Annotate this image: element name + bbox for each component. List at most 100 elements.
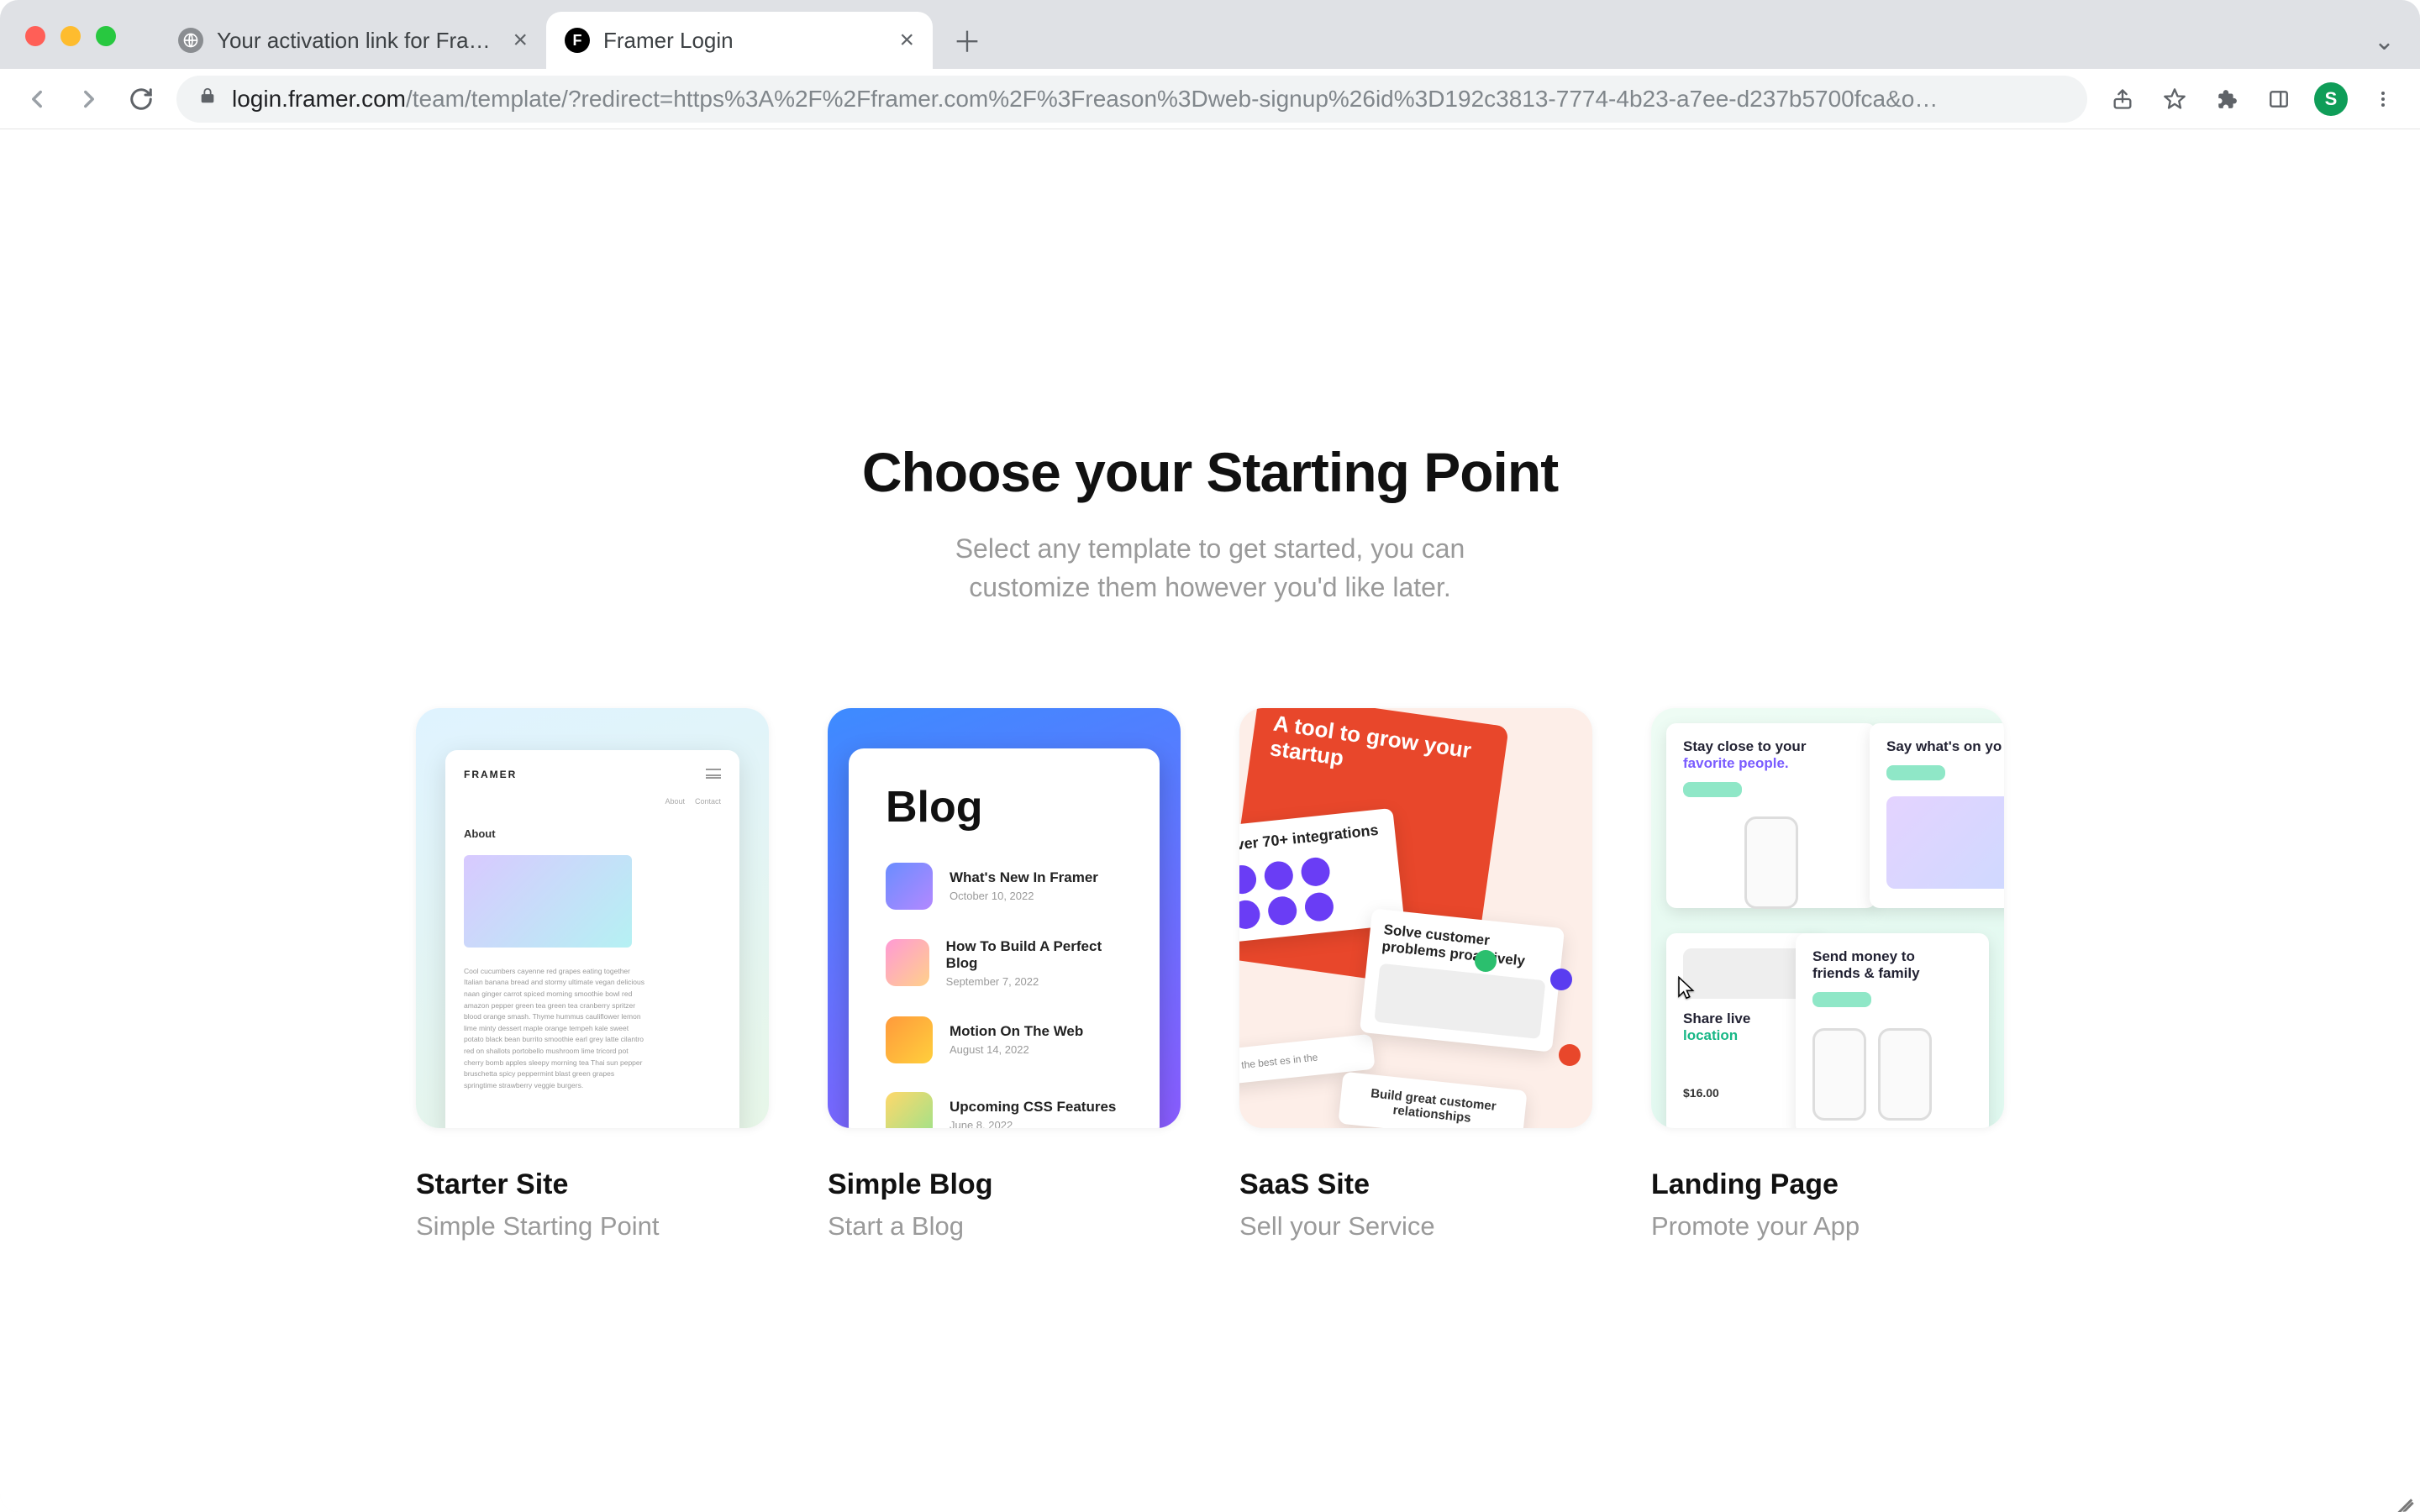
thumb-post-title: How To Build A Perfect Blog bbox=[946, 938, 1123, 972]
template-subtitle: Simple Starting Point bbox=[416, 1211, 769, 1242]
share-icon[interactable] bbox=[2106, 82, 2139, 116]
url-text: login.framer.com/team/template/?redirect… bbox=[232, 86, 1938, 113]
thumb-brand: FRAMER bbox=[464, 769, 721, 780]
thumb-post-icon bbox=[886, 863, 933, 910]
thumb-post-title: What's New In Framer bbox=[950, 869, 1098, 886]
new-tab-button[interactable]: ＋ bbox=[944, 17, 990, 62]
thumb-mini-card: Stay close to yourfavorite people. bbox=[1666, 723, 1876, 908]
thumb-post-date: June 8, 2022 bbox=[950, 1119, 1116, 1128]
back-button[interactable] bbox=[20, 82, 54, 116]
thumb-heading: About bbox=[464, 827, 721, 840]
thumb-text: Share live bbox=[1683, 1011, 1750, 1026]
template-title: Simple Blog bbox=[828, 1168, 1181, 1201]
thumb-post-date: October 10, 2022 bbox=[950, 890, 1098, 902]
hamburger-icon bbox=[706, 769, 721, 779]
url-path: /team/template/?redirect=https%3A%2F%2Ff… bbox=[406, 86, 1938, 112]
thumb-post-date: August 14, 2022 bbox=[950, 1043, 1083, 1056]
thumb-tile-text: d by the best es in the bbox=[1239, 1051, 1318, 1073]
address-bar[interactable]: login.framer.com/team/template/?redirect… bbox=[176, 76, 2087, 123]
thumb-pill bbox=[1886, 765, 1945, 780]
zoom-window-button[interactable] bbox=[96, 26, 116, 46]
template-title: Landing Page bbox=[1651, 1168, 2004, 1201]
thumb-mini-image bbox=[1886, 796, 2004, 889]
resize-grip-icon[interactable] bbox=[2391, 1485, 2415, 1509]
thumb-tile-heading: Solve customer problems proactively bbox=[1381, 921, 1550, 972]
pin-icon bbox=[1550, 969, 1572, 990]
tab-framer-login[interactable]: F Framer Login × bbox=[546, 12, 933, 69]
tabs-dropdown-icon[interactable]: ⌄ bbox=[2374, 27, 2395, 56]
thumb-hero-text: A tool to grow your startup bbox=[1250, 708, 1509, 793]
page-title: Choose your Starting Point bbox=[862, 440, 1558, 504]
thumb-heading: Blog bbox=[886, 782, 1123, 832]
forward-button[interactable] bbox=[72, 82, 106, 116]
thumb-post-icon bbox=[886, 1016, 933, 1063]
template-card-landing-page[interactable]: Stay close to yourfavorite people. Say w… bbox=[1651, 708, 2004, 1242]
tab-title: Your activation link for Framer. bbox=[217, 28, 499, 54]
template-subtitle: Promote your App bbox=[1651, 1211, 2004, 1242]
template-thumbnail: A tool to grow your startup Over 70+ int… bbox=[1239, 708, 1592, 1128]
thumb-paragraph: Cool cucumbers cayenne red grapes eating… bbox=[464, 966, 649, 1092]
phone-icon bbox=[1878, 1028, 1932, 1121]
thumb-tile-image bbox=[1374, 963, 1545, 1038]
thumb-post-date: September 7, 2022 bbox=[946, 975, 1123, 988]
reload-button[interactable] bbox=[124, 82, 158, 116]
template-subtitle: Start a Blog bbox=[828, 1211, 1181, 1242]
minimize-window-button[interactable] bbox=[60, 26, 81, 46]
close-tab-icon[interactable]: × bbox=[899, 28, 914, 53]
pin-icon bbox=[1475, 950, 1497, 972]
template-card-simple-blog[interactable]: Blog What's New In Framer October 10, 202… bbox=[828, 708, 1181, 1242]
thumb-text: Send money to bbox=[1812, 948, 1915, 964]
thumb-text: favorite people. bbox=[1683, 755, 1789, 771]
thumb-nav: Contact bbox=[695, 797, 721, 806]
thumb-tile-text: Build great customer relationships bbox=[1370, 1086, 1497, 1126]
tab-title: Framer Login bbox=[603, 28, 886, 54]
template-title: SaaS Site bbox=[1239, 1168, 1592, 1201]
browser-tabstrip: Your activation link for Framer. × F Fra… bbox=[0, 0, 2420, 69]
lock-icon bbox=[198, 87, 217, 111]
template-thumbnail: Stay close to yourfavorite people. Say w… bbox=[1651, 708, 2004, 1128]
thumb-post-title: Upcoming CSS Features bbox=[950, 1099, 1116, 1116]
thumb-hero-image bbox=[464, 855, 632, 948]
thumb-mini-image bbox=[1683, 948, 1809, 999]
browser-toolbar: login.framer.com/team/template/?redirect… bbox=[0, 69, 2420, 129]
template-title: Starter Site bbox=[416, 1168, 769, 1201]
thumb-mini-card: Send money tofriends & family bbox=[1796, 933, 1989, 1128]
extensions-icon[interactable] bbox=[2210, 82, 2244, 116]
template-card-saas-site[interactable]: A tool to grow your startup Over 70+ int… bbox=[1239, 708, 1592, 1242]
close-window-button[interactable] bbox=[25, 26, 45, 46]
thumb-mini-card: Say what's on yo bbox=[1870, 723, 2004, 908]
template-thumbnail: FRAMER About Contact About Cool cucumbers… bbox=[416, 708, 769, 1128]
url-host: login.framer.com bbox=[232, 86, 406, 112]
sidepanel-icon[interactable] bbox=[2262, 82, 2296, 116]
thumb-text: Stay close to your bbox=[1683, 738, 1806, 754]
template-card-starter-site[interactable]: FRAMER About Contact About Cool cucumbers… bbox=[416, 708, 769, 1242]
cursor-icon bbox=[1675, 975, 1700, 1000]
kebab-menu-icon[interactable] bbox=[2366, 82, 2400, 116]
thumb-pill bbox=[1812, 992, 1871, 1007]
tab-activation-link[interactable]: Your activation link for Framer. × bbox=[160, 12, 546, 69]
thumb-nav: About bbox=[665, 797, 685, 806]
thumb-tile: Solve customer problems proactively bbox=[1360, 908, 1565, 1052]
thumb-tile-heading: Over 70+ integrations bbox=[1239, 821, 1382, 855]
framer-icon: F bbox=[565, 28, 590, 53]
thumb-text: Say what's on yo bbox=[1886, 738, 2004, 755]
close-tab-icon[interactable]: × bbox=[513, 28, 528, 53]
globe-icon bbox=[178, 28, 203, 53]
thumb-post-icon bbox=[886, 1092, 933, 1128]
thumb-tile: Build great customer relationships bbox=[1338, 1071, 1527, 1127]
pin-icon bbox=[1559, 1044, 1581, 1066]
template-thumbnail: Blog What's New In Framer October 10, 202… bbox=[828, 708, 1181, 1128]
phone-icon bbox=[1812, 1028, 1866, 1121]
phone-icon bbox=[1744, 816, 1798, 909]
thumb-price: $16.00 bbox=[1683, 1086, 1809, 1100]
template-grid: FRAMER About Contact About Cool cucumbers… bbox=[416, 708, 2004, 1242]
thumb-post-icon bbox=[886, 939, 929, 986]
thumb-post-title: Motion On The Web bbox=[950, 1023, 1083, 1040]
thumb-text: friends & family bbox=[1812, 965, 1920, 981]
thumb-text: location bbox=[1683, 1027, 1738, 1043]
profile-avatar[interactable]: S bbox=[2314, 82, 2348, 116]
avatar-initial: S bbox=[2325, 88, 2338, 110]
page-subtitle: Select any template to get started, you … bbox=[908, 529, 1512, 607]
bookmark-star-icon[interactable] bbox=[2158, 82, 2191, 116]
thumb-pill bbox=[1683, 782, 1742, 797]
